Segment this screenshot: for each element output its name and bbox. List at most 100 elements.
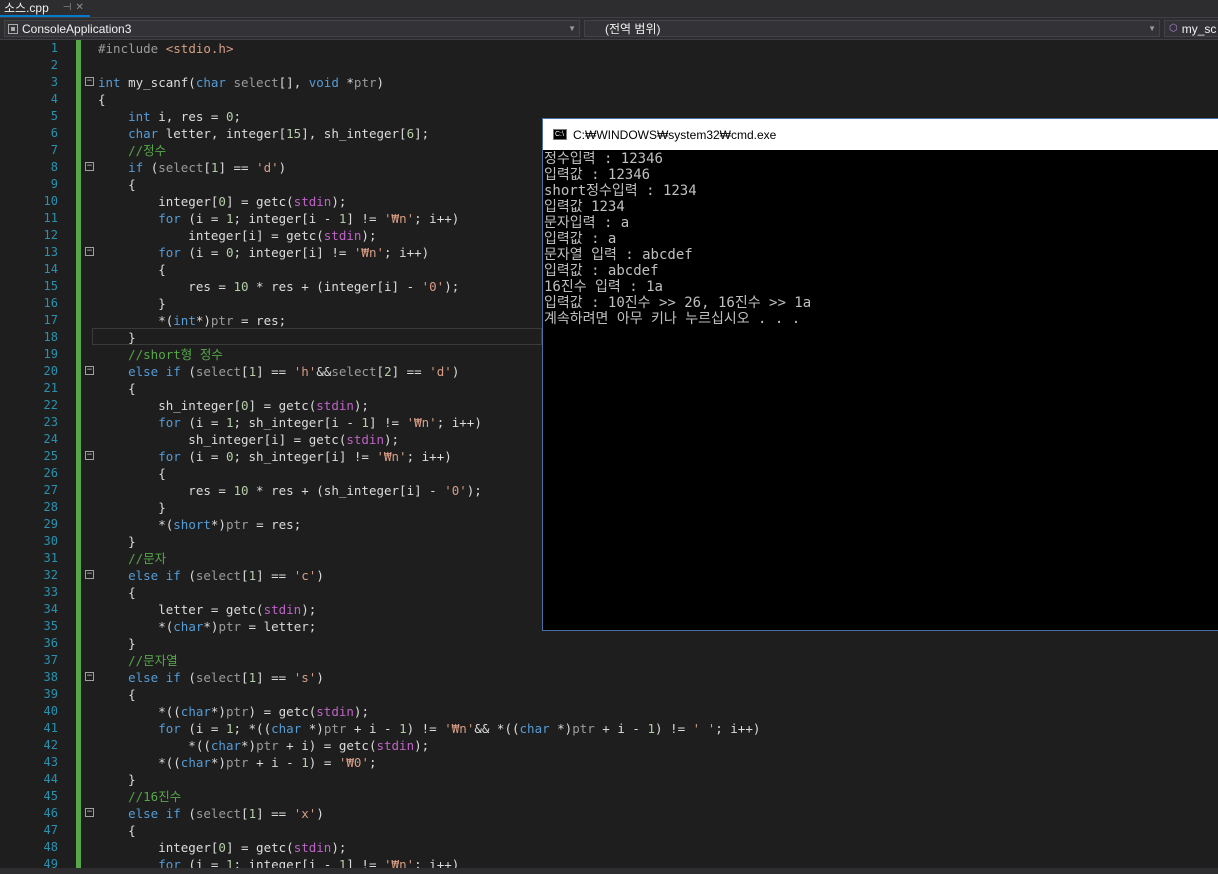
code-line[interactable]: { xyxy=(98,91,1218,108)
fold-toggle[interactable]: − xyxy=(85,247,94,256)
line-number: 40 xyxy=(43,704,58,718)
console-line: 입력값 : 12346 xyxy=(544,167,651,183)
line-number: 45 xyxy=(43,789,58,803)
console-line: 입력값 : abcdef xyxy=(544,263,659,279)
line-number: 21 xyxy=(43,381,58,395)
console-window[interactable]: C:\ C:₩WINDOWS₩system32₩cmd.exe 정수입력 : 1… xyxy=(542,118,1218,631)
line-number: 22 xyxy=(43,398,58,412)
member-name: my_sc xyxy=(1181,21,1217,36)
line-number: 1 xyxy=(50,41,58,55)
line-number: 37 xyxy=(43,653,58,667)
line-number: 18 xyxy=(43,330,58,344)
scope-name: (전역 범위) xyxy=(605,22,661,36)
line-number: 30 xyxy=(43,534,58,548)
code-line[interactable]: int my_scanf(char select[], void *ptr) xyxy=(98,74,1218,91)
line-number: 24 xyxy=(43,432,58,446)
project-dropdown[interactable]: ConsoleApplication3 ▼ xyxy=(4,20,580,37)
line-number: 31 xyxy=(43,551,58,565)
line-number: 15 xyxy=(43,279,58,293)
code-line[interactable]: //16진수 xyxy=(98,788,1218,805)
code-line[interactable]: { xyxy=(98,686,1218,703)
line-number: 13 xyxy=(43,245,58,259)
pin-icon[interactable]: ⊣ xyxy=(63,2,72,13)
code-line[interactable]: //문자열 xyxy=(98,652,1218,669)
console-line: short정수입력 : 1234 xyxy=(544,183,697,199)
fold-toggle[interactable]: − xyxy=(85,451,94,460)
line-number: 9 xyxy=(50,177,58,191)
line-number: 39 xyxy=(43,687,58,701)
line-number: 10 xyxy=(43,194,58,208)
line-number: 36 xyxy=(43,636,58,650)
fold-toggle[interactable]: − xyxy=(85,808,94,817)
line-number: 33 xyxy=(43,585,58,599)
line-number: 20 xyxy=(43,364,58,378)
console-line: 16진수 입력 : 1a xyxy=(544,279,663,295)
code-line[interactable]: else if (select[1] == 'x') xyxy=(98,805,1218,822)
project-name: ConsoleApplication3 xyxy=(22,21,132,36)
console-line: 계속하려면 아무 키나 누르십시오 . . . xyxy=(544,311,801,327)
line-number: 32 xyxy=(43,568,58,582)
console-line: 문자입력 : a xyxy=(544,215,630,231)
line-number: 6 xyxy=(50,126,58,140)
line-number: 12 xyxy=(43,228,58,242)
console-line: 문자열 입력 : abcdef xyxy=(544,247,693,263)
scope-dropdown[interactable]: (전역 범위) ▼ xyxy=(584,20,1160,37)
fold-toggle[interactable]: − xyxy=(85,162,94,171)
line-number: 5 xyxy=(50,109,58,123)
line-number: 4 xyxy=(50,92,58,106)
console-line: 입력값 : 10진수 >> 26, 16진수 >> 1a xyxy=(544,295,812,311)
console-title: C:₩WINDOWS₩system32₩cmd.exe xyxy=(573,127,777,142)
console-line: 입력값 : a xyxy=(544,231,617,247)
close-icon[interactable]: ✕ xyxy=(75,2,83,13)
line-number: 17 xyxy=(43,313,58,327)
horizontal-scrollbar[interactable] xyxy=(0,868,1218,874)
line-number: 14 xyxy=(43,262,58,276)
line-number: 29 xyxy=(43,517,58,531)
line-number: 42 xyxy=(43,738,58,752)
line-number: 38 xyxy=(43,670,58,684)
line-number: 23 xyxy=(43,415,58,429)
line-number: 27 xyxy=(43,483,58,497)
line-number: 48 xyxy=(43,840,58,854)
member-dropdown[interactable]: ⬡ my_sc xyxy=(1164,20,1218,37)
change-tracking-bar xyxy=(76,40,81,870)
document-tab-bar: 소스.cpp ⊣ ✕ xyxy=(0,0,1218,17)
fold-toggle[interactable]: − xyxy=(85,366,94,375)
code-line[interactable]: for (i = 1; *((char *)ptr + i - 1) != '₩… xyxy=(98,720,1218,737)
code-line[interactable]: *((char*)ptr + i) = getc(stdin); xyxy=(98,737,1218,754)
project-icon xyxy=(8,23,18,34)
code-line[interactable]: integer[0] = getc(stdin); xyxy=(98,839,1218,856)
line-number: 16 xyxy=(43,296,58,310)
line-numbers: 1 2 3 4 5 6 7 8 9 10 11 12 13 14 15 16 17 18 19 20 21 22 23 24 2… xyxy=(22,40,58,873)
line-number: 44 xyxy=(43,772,58,786)
console-title-bar[interactable]: C:\ C:₩WINDOWS₩system32₩cmd.exe xyxy=(543,119,1218,150)
line-number: 46 xyxy=(43,806,58,820)
line-number: 7 xyxy=(50,143,58,157)
line-number: 41 xyxy=(43,721,58,735)
line-number: 2 xyxy=(50,58,58,72)
code-line[interactable]: *((char*)ptr) = getc(stdin); xyxy=(98,703,1218,720)
line-number: 25 xyxy=(43,449,58,463)
fold-toggle[interactable]: − xyxy=(85,77,94,86)
fold-toggle[interactable]: − xyxy=(85,570,94,579)
document-tab[interactable]: 소스.cpp ⊣ ✕ xyxy=(0,0,90,17)
chevron-down-icon: ▼ xyxy=(568,24,576,33)
code-line[interactable]: else if (select[1] == 's') xyxy=(98,669,1218,686)
fold-toggle[interactable]: − xyxy=(85,672,94,681)
line-number: 35 xyxy=(43,619,58,633)
line-number: 26 xyxy=(43,466,58,480)
code-line[interactable]: *((char*)ptr + i - 1) = '₩0'; xyxy=(98,754,1218,771)
code-line[interactable] xyxy=(98,57,1218,74)
console-line: 정수입력 : 12346 xyxy=(544,151,663,167)
line-number: 47 xyxy=(43,823,58,837)
line-number: 8 xyxy=(50,160,58,174)
line-number: 11 xyxy=(43,211,58,225)
navigation-bar: ConsoleApplication3 ▼ (전역 범위) ▼ ⬡ my_sc xyxy=(0,17,1218,40)
line-number: 28 xyxy=(43,500,58,514)
chevron-down-icon: ▼ xyxy=(1148,24,1156,33)
console-line: 입력값 1234 xyxy=(544,199,625,215)
code-line[interactable]: } xyxy=(98,771,1218,788)
code-line[interactable]: } xyxy=(98,635,1218,652)
code-line[interactable]: #include <stdio.h> xyxy=(98,40,1218,57)
code-line[interactable]: { xyxy=(98,822,1218,839)
